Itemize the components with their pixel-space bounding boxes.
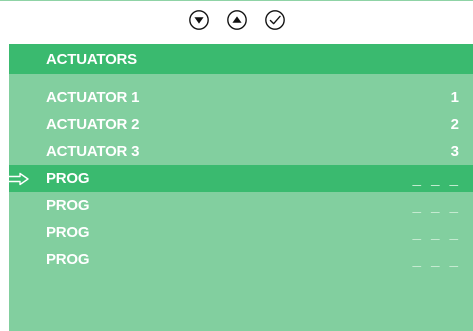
confirm-button[interactable] <box>263 8 287 32</box>
down-arrow-circle-icon <box>188 10 209 30</box>
navigation-toolbar <box>0 0 473 40</box>
menu-list: ACTUATOR 1 1 ACTUATOR 2 2 ACTUATOR 3 3 P… <box>4 84 473 273</box>
menu-item-value: 2 <box>450 116 461 133</box>
menu-item-value: _ _ _ <box>412 197 461 214</box>
menu-item-value: _ _ _ <box>412 170 461 187</box>
menu-item-label: PROG <box>46 170 90 187</box>
up-arrow-circle-icon <box>226 10 247 30</box>
menu-title: ACTUATORS <box>46 50 137 68</box>
menu-item-value: 1 <box>450 89 461 106</box>
checkmark-circle-icon <box>264 10 285 30</box>
scroll-down-button[interactable] <box>187 8 211 32</box>
menu-item-actuator-3[interactable]: ACTUATOR 3 3 <box>9 138 473 165</box>
right-arrow-pointer-icon <box>3 172 31 186</box>
menu-header: ACTUATORS <box>9 44 473 74</box>
device-screen: ACTUATORS ACTUATOR 1 1 ACTUATOR 2 2 ACTU… <box>0 0 473 331</box>
menu-item-value: _ _ _ <box>412 224 461 241</box>
menu-item-label: PROG <box>46 197 90 214</box>
menu-item-value: _ _ _ <box>412 251 461 268</box>
actuators-menu-panel: ACTUATORS ACTUATOR 1 1 ACTUATOR 2 2 ACTU… <box>4 44 473 331</box>
menu-item-label: ACTUATOR 3 <box>46 143 140 160</box>
menu-item-label: PROG <box>46 224 90 241</box>
menu-item-prog-3[interactable]: PROG _ _ _ <box>9 219 473 246</box>
scroll-up-button[interactable] <box>225 8 249 32</box>
menu-item-actuator-1[interactable]: ACTUATOR 1 1 <box>9 84 473 111</box>
menu-item-prog-2[interactable]: PROG _ _ _ <box>9 192 473 219</box>
menu-item-actuator-2[interactable]: ACTUATOR 2 2 <box>9 111 473 138</box>
menu-item-label: PROG <box>46 251 90 268</box>
menu-item-value: 3 <box>450 143 461 160</box>
menu-item-label: ACTUATOR 1 <box>46 89 140 106</box>
menu-item-prog-4[interactable]: PROG _ _ _ <box>9 246 473 273</box>
menu-item-label: ACTUATOR 2 <box>46 116 140 133</box>
menu-item-prog-1[interactable]: PROG _ _ _ <box>4 165 473 192</box>
